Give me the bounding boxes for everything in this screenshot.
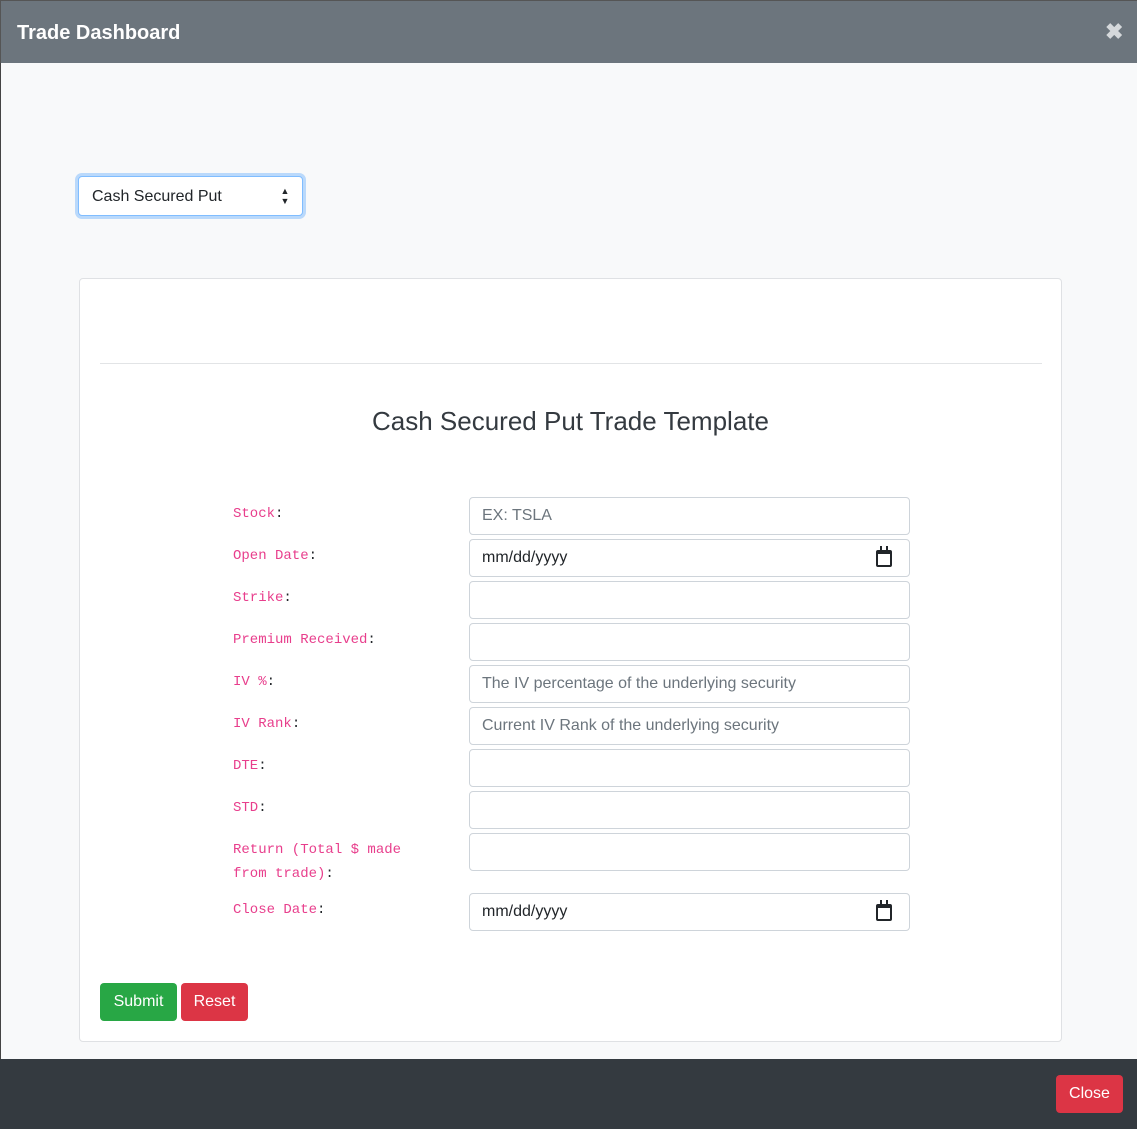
field-label: DTE: (233, 758, 267, 774)
field-label: Return (Total $ made from trade): (233, 842, 402, 882)
trade-type-select[interactable]: Cash Secured Put ▲ ▼ (78, 176, 303, 216)
field-label: STD: (233, 800, 267, 816)
open-date-input[interactable]: mm/dd/yyyy (469, 539, 910, 577)
trade-type-selected: Cash Secured Put (92, 188, 222, 205)
premium-received-input[interactable] (469, 623, 910, 661)
field-label: IV %: (233, 674, 276, 690)
stock-input[interactable]: EX: TSLA (469, 497, 910, 535)
open-date-placeholder: mm/dd/yyyy (482, 549, 568, 566)
modal-footer: Close (0, 1059, 1137, 1129)
field-label: Close Date: (233, 902, 326, 918)
close-button[interactable]: Close (1056, 1075, 1123, 1113)
modal-title: Trade Dashboard (17, 22, 181, 44)
close-date-input[interactable]: mm/dd/yyyy (469, 893, 910, 931)
close-date-placeholder: mm/dd/yyyy (482, 903, 568, 920)
iv-rank-input[interactable]: Current IV Rank of the underlying securi… (469, 707, 910, 745)
calendar-icon[interactable] (876, 546, 892, 567)
iv-rank-placeholder: Current IV Rank of the underlying securi… (482, 717, 780, 734)
close-icon[interactable]: ✖ (1105, 18, 1123, 46)
stock-placeholder: EX: TSLA (482, 507, 552, 524)
trade-template-card: Cash Secured Put Trade Template Stock: E… (79, 278, 1062, 1042)
chevron-up-down-icon: ▲ ▼ (280, 186, 290, 206)
form-title: Cash Secured Put Trade Template (372, 406, 769, 436)
dte-input[interactable] (469, 749, 910, 787)
iv-percent-placeholder: The IV percentage of the underlying secu… (482, 675, 796, 692)
return-input[interactable] (469, 833, 910, 871)
field-label: Stock: (233, 506, 284, 522)
modal-body: Cash Secured Put ▲ ▼ Cash Secured Put Tra… (0, 63, 1137, 1059)
calendar-icon[interactable] (876, 900, 892, 921)
field-label: IV Rank: (233, 716, 301, 732)
strike-input[interactable] (469, 581, 910, 619)
submit-button[interactable]: Submit (100, 983, 177, 1021)
std-input[interactable] (469, 791, 910, 829)
field-label: Open Date: (233, 548, 318, 564)
iv-percent-input[interactable]: The IV percentage of the underlying secu… (469, 665, 910, 703)
field-label: Strike: (233, 590, 292, 606)
field-label: Premium Received: (233, 632, 376, 648)
divider (100, 363, 1042, 364)
reset-button[interactable]: Reset (181, 983, 248, 1021)
modal-header: Trade Dashboard ✖ (0, 0, 1137, 63)
